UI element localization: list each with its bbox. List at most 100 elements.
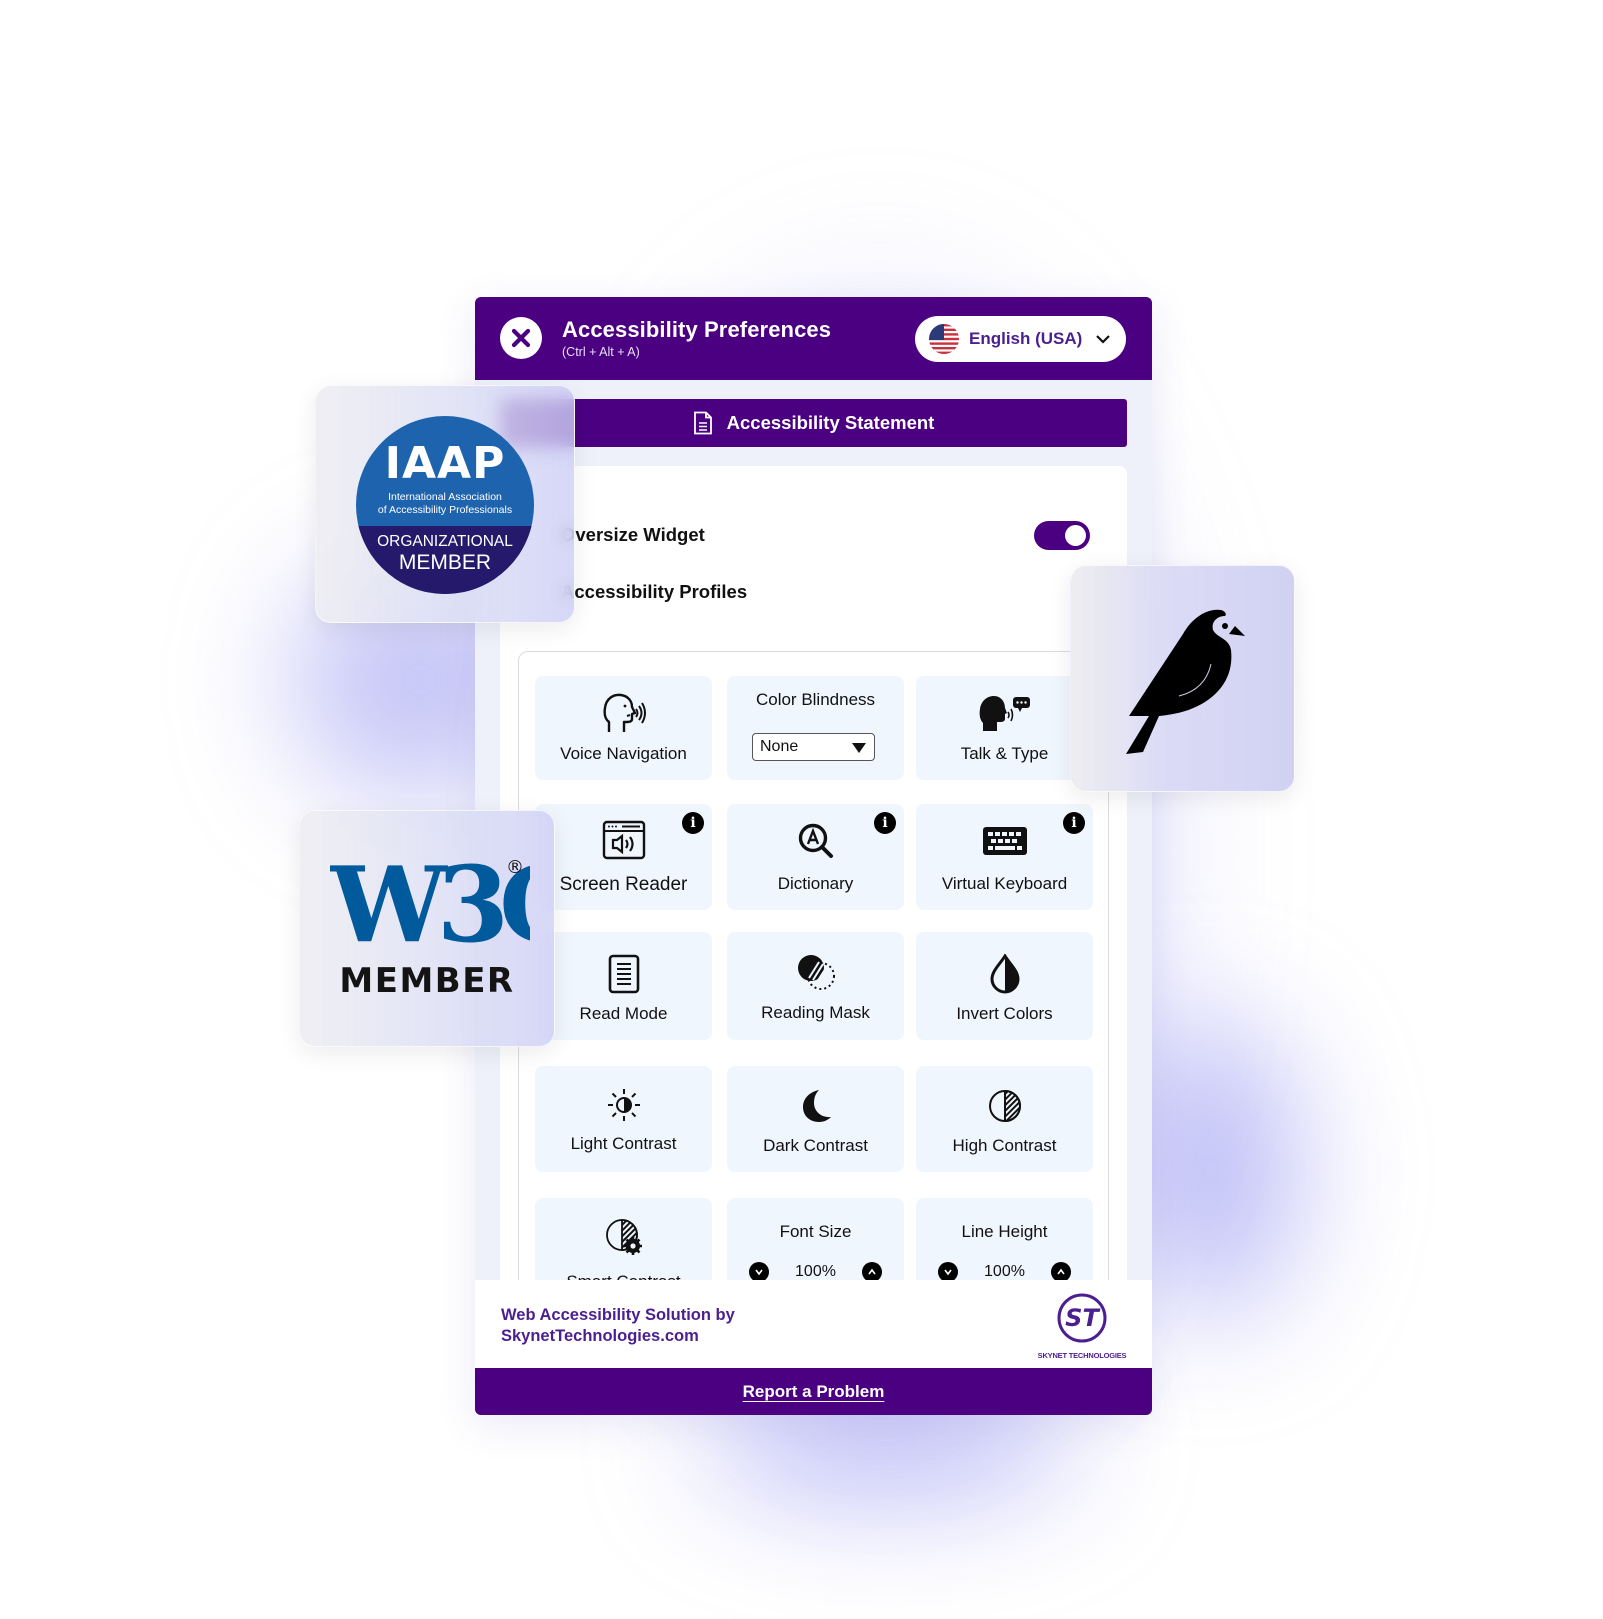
color-blindness-select[interactable]: None [752,733,875,761]
dictionary-search-icon [798,823,833,858]
chevron-up-icon [868,1268,876,1275]
document-icon [693,411,712,435]
tile-color-blindness: Color Blindness None [727,676,904,780]
dropdown-triangle-icon [852,743,866,753]
oversize-widget-toggle[interactable] [1034,521,1090,550]
iaap-badge: IAAP International Association of Access… [356,416,534,594]
close-x-icon [511,328,531,348]
skynet-st-logo-icon: ST [1057,1293,1107,1343]
font-size-value: 100% [795,1263,836,1280]
iaap-organizational: ORGANIZATIONAL [377,533,513,550]
iaap-logo: IAAP [384,438,506,489]
iaap-member: MEMBER [398,551,492,574]
accessibility-profiles-label: Accessibility Profiles [561,581,748,602]
tile-label: Virtual Keyboard [941,874,1068,893]
chevron-up-icon [1057,1268,1065,1275]
report-problem-link[interactable]: Report a Problem [743,1382,885,1402]
moon-icon [802,1090,831,1122]
svg-text:W3C: W3C [330,849,530,949]
panel-footer: Web Accessibility Solution by SkynetTech… [475,1280,1152,1368]
w3c-member-label: MEMBER [339,961,515,1001]
tile-talk-and-type[interactable]: Talk & Type [916,676,1093,780]
tile-reading-mask[interactable]: Reading Mask [727,932,904,1040]
tile-label: High Contrast [952,1136,1057,1155]
tile-label: Line Height [961,1222,1048,1241]
iaap-subtitle-line2: of Accessibility Professionals [377,504,513,516]
decrease-button[interactable] [938,1262,959,1280]
tile-invert-colors[interactable]: Invert Colors [916,932,1093,1040]
accessibility-statement-button[interactable]: Accessibility Statement [500,399,1127,447]
skynet-logo[interactable]: ST SKYNET TECHNOLOGIES [1032,1292,1132,1360]
tile-label: Talk & Type [960,744,1049,763]
w3c-logo-icon: W3C ® [330,849,530,949]
speaking-head-icon [602,693,646,732]
close-button[interactable] [500,317,542,359]
tile-label: Read Mode [579,1004,668,1023]
accessibility-panel: Accessibility Preferences (Ctrl + Alt + … [475,297,1152,1415]
line-height-value: 100% [984,1263,1025,1280]
chevron-down-icon [755,1269,763,1276]
tile-label: Smart Contrast [535,1272,712,1280]
panel-header: Accessibility Preferences (Ctrl + Alt + … [475,297,1152,380]
talk-type-icon [979,696,1030,731]
panel-title: Accessibility Preferences [562,317,832,342]
tile-read-mode[interactable]: Read Mode [535,932,712,1040]
footer-credit[interactable]: Web Accessibility Solution by SkynetTech… [501,1305,735,1347]
svg-text:ST: ST [1065,1304,1100,1332]
tile-voice-navigation[interactable]: Voice Navigation [535,676,712,780]
increase-button[interactable] [1050,1262,1071,1280]
tile-smart-contrast[interactable]: Smart Contrast [535,1198,712,1280]
tile-font-size: Font Size 100% [727,1198,904,1280]
tile-light-contrast[interactable]: Light Contrast [535,1066,712,1172]
tile-screen-reader[interactable]: i Screen Reader [535,804,712,910]
tile-label: Voice Navigation [560,744,687,763]
info-icon[interactable]: i [682,812,704,834]
footer-credit-line1: Web Accessibility Solution by [501,1306,735,1324]
smart-contrast-gear-icon [605,1219,642,1255]
tile-label: Color Blindness [755,690,876,709]
statement-label: Accessibility Statement [726,412,935,433]
tile-line-height: Line Height 100% [916,1198,1093,1280]
tile-virtual-keyboard[interactable]: i Virtual Keyboard [916,804,1093,910]
feature-grid: Voice Navigation Color Blindness None Ta… [518,651,1109,1280]
tile-label: Reading Mask [761,1003,870,1022]
chevron-down-icon [1096,335,1110,344]
tile-label: Dark Contrast [763,1136,868,1155]
select-value: None [760,738,799,755]
chevron-down-icon [944,1269,952,1276]
decrease-button[interactable] [749,1262,770,1280]
reading-mask-icon [797,955,835,990]
iaap-subtitle: International Association of Accessibili… [356,491,534,517]
tile-label: Light Contrast [570,1134,677,1153]
keyboard-shortcut: (Ctrl + Alt + A) [562,345,640,359]
info-icon[interactable]: i [1063,812,1085,834]
bird-logo-icon [1126,609,1245,754]
tile-dictionary[interactable]: i Dictionary [727,804,904,910]
tile-dark-contrast[interactable]: Dark Contrast [727,1066,904,1172]
svg-text:®: ® [506,857,524,878]
us-flag-icon [929,324,959,354]
info-icon[interactable]: i [874,812,896,834]
keyboard-icon [982,827,1027,855]
font-size-stepper: 100% [727,1262,904,1280]
report-problem-bar: Report a Problem [475,1368,1152,1415]
tile-label: Screen Reader [559,874,688,895]
footer-credit-line2: SkynetTechnologies.com [501,1327,699,1345]
iaap-subtitle-line1: International Association [388,491,502,503]
sun-half-icon [607,1089,640,1121]
tile-high-contrast[interactable]: High Contrast [916,1066,1093,1172]
settings-content: Oversize Widget Accessibility Profiles V… [500,466,1127,1280]
language-select[interactable]: English (USA) [915,316,1126,362]
line-height-stepper: 100% [916,1262,1093,1280]
tile-label: Dictionary [777,874,854,893]
document-lines-icon [608,954,639,994]
circle-half-hatched-icon [988,1089,1021,1123]
oversize-widget-label: Oversize Widget [561,524,705,545]
tile-label: Invert Colors [956,1004,1053,1023]
droplet-half-icon [989,954,1020,994]
language-label: English (USA) [969,329,1083,348]
screen-reader-icon [602,820,645,860]
w3c-badge-card: W3C ® MEMBER [299,810,555,1047]
increase-button[interactable] [861,1262,882,1280]
tile-label: Font Size [779,1222,852,1241]
